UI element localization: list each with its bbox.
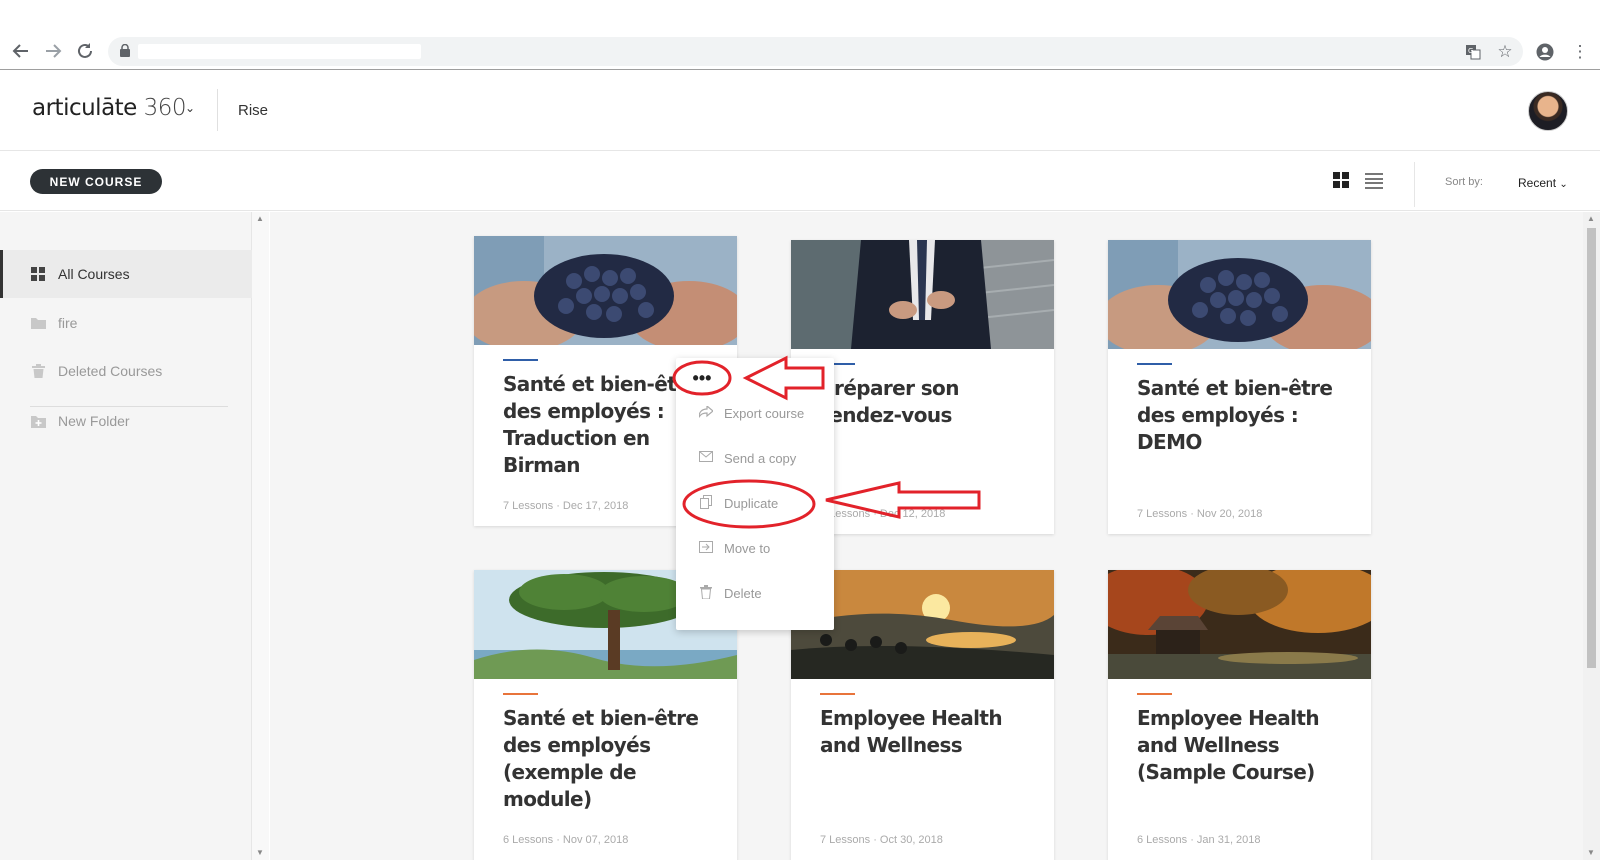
reload-icon[interactable]: [72, 38, 98, 64]
sidebar-item-new-folder[interactable]: New Folder: [0, 397, 252, 445]
articulate-logo[interactable]: articulāte 360: [32, 95, 187, 121]
star-icon[interactable]: ☆: [1495, 42, 1515, 62]
main-scrollbar[interactable]: ▲ ▼: [1583, 212, 1600, 860]
menu-item-delete[interactable]: Delete: [676, 578, 834, 608]
card-accent: [503, 693, 538, 695]
scroll-up-icon[interactable]: ▲: [256, 214, 264, 223]
course-meta: 6 Lessons · Nov 07, 2018: [503, 834, 629, 846]
menu-item-move-to[interactable]: Move to: [676, 533, 834, 563]
course-meta: 7 Lessons · Dec 12, 2018: [820, 508, 946, 520]
course-thumbnail: [1108, 240, 1371, 349]
course-title[interactable]: Employee Health and Wellness: [820, 705, 1030, 759]
logo-number: 360: [143, 95, 187, 121]
scroll-up-icon[interactable]: ▲: [1587, 214, 1595, 223]
sidebar-item-label: fire: [58, 315, 78, 331]
chevron-down-icon[interactable]: ⌄: [185, 101, 195, 115]
sidebar-item-all-courses[interactable]: All Courses: [0, 250, 252, 298]
sidebar: All Courses fire Deleted Courses New Fol…: [0, 212, 252, 860]
move-icon: [698, 540, 714, 556]
header-divider: [217, 89, 218, 131]
menu-item-export-course[interactable]: Export course: [676, 398, 834, 428]
course-meta: 7 Lessons · Oct 30, 2018: [820, 834, 943, 846]
card-accent: [1137, 693, 1172, 695]
address-bar[interactable]: [108, 37, 1523, 66]
browser-toolbar: G ☆ ⋮: [0, 0, 1600, 70]
grid-icon: [30, 267, 46, 281]
sort-value: Recent: [1518, 176, 1557, 190]
sidebar-item-deleted-courses[interactable]: Deleted Courses: [0, 347, 252, 395]
sidebar-item-label: New Folder: [58, 413, 130, 429]
course-title[interactable]: Employee Health and Wellness (Sample Cou…: [1137, 705, 1347, 786]
scroll-down-icon[interactable]: ▼: [256, 848, 264, 857]
card-accent: [820, 693, 855, 695]
list-view-icon[interactable]: [1365, 173, 1383, 189]
menu-item-label: Delete: [724, 585, 762, 601]
courses-toolbar: NEW COURSE Sort by: Recent ⌄: [0, 152, 1600, 211]
chevron-down-icon: ⌄: [1559, 179, 1568, 190]
back-arrow-icon[interactable]: [8, 38, 34, 64]
menu-item-send-a-copy[interactable]: Send a copy: [676, 443, 834, 473]
course-thumbnail: [791, 240, 1054, 349]
course-title[interactable]: Préparer son rendez-vous: [820, 375, 1030, 429]
menu-item-label: Export course: [724, 405, 805, 421]
menu-item-label: Send a copy: [724, 450, 797, 466]
share-icon: [698, 404, 714, 421]
app-header: articulāte 360 ⌄ Rise: [0, 71, 1600, 151]
grid-view-icon[interactable]: [1333, 172, 1349, 188]
scroll-thumb[interactable]: [1587, 228, 1596, 668]
course-context-menu: Export course Send a copy Duplicate Move…: [676, 358, 834, 630]
menu-item-label: Move to: [724, 540, 771, 556]
copy-icon: [698, 494, 714, 512]
course-meta: 7 Lessons · Nov 20, 2018: [1137, 508, 1263, 520]
course-title[interactable]: Santé et bien-être des employés (exemple…: [503, 705, 713, 813]
new-course-button[interactable]: NEW COURSE: [30, 169, 162, 194]
sidebar-item-fire[interactable]: fire: [0, 299, 252, 347]
sort-dropdown[interactable]: Recent ⌄: [1518, 176, 1568, 190]
menu-item-duplicate[interactable]: Duplicate: [676, 488, 834, 518]
avatar[interactable]: [1528, 91, 1568, 131]
scroll-down-icon[interactable]: ▼: [1587, 848, 1595, 857]
course-card[interactable]: Santé et bien-être des employés : DEMO 7…: [1108, 240, 1371, 534]
course-thumbnail: [474, 236, 737, 345]
url-text: [138, 44, 421, 59]
sidebar-item-label: All Courses: [58, 266, 130, 282]
course-card[interactable]: Employee Health and Wellness (Sample Cou…: [1108, 570, 1371, 860]
app-name[interactable]: Rise: [238, 102, 268, 119]
course-meta: 6 Lessons · Jan 31, 2018: [1137, 834, 1261, 846]
trash-icon: [698, 584, 714, 602]
sidebar-item-label: Deleted Courses: [58, 363, 163, 379]
course-title[interactable]: Santé et bien-être des employés : DEMO: [1137, 375, 1347, 456]
more-options-button[interactable]: •••: [677, 364, 727, 392]
forward-arrow-icon[interactable]: [40, 38, 66, 64]
card-accent: [503, 359, 538, 361]
course-thumbnail: [1108, 570, 1371, 679]
trash-icon: [30, 364, 46, 378]
card-accent: [1137, 363, 1172, 365]
toolbar-divider: [1414, 162, 1415, 207]
lock-icon: [120, 44, 130, 57]
add-folder-icon: [30, 414, 46, 428]
sidebar-scrollbar[interactable]: ▲ ▼: [252, 212, 269, 860]
course-meta: 7 Lessons · Dec 17, 2018: [503, 500, 629, 512]
sort-label: Sort by:: [1445, 176, 1483, 188]
logo-word: articulāte: [32, 95, 137, 121]
course-grid: Santé et bien-être des employés : Traduc…: [270, 212, 1583, 860]
svg-text:G: G: [1468, 47, 1473, 55]
menu-item-label: Duplicate: [724, 495, 779, 511]
more-vert-icon[interactable]: ⋮: [1570, 42, 1590, 62]
envelope-icon: [698, 451, 714, 465]
folder-icon: [30, 316, 46, 330]
account-icon[interactable]: [1535, 42, 1555, 62]
translate-icon[interactable]: G: [1463, 42, 1483, 62]
